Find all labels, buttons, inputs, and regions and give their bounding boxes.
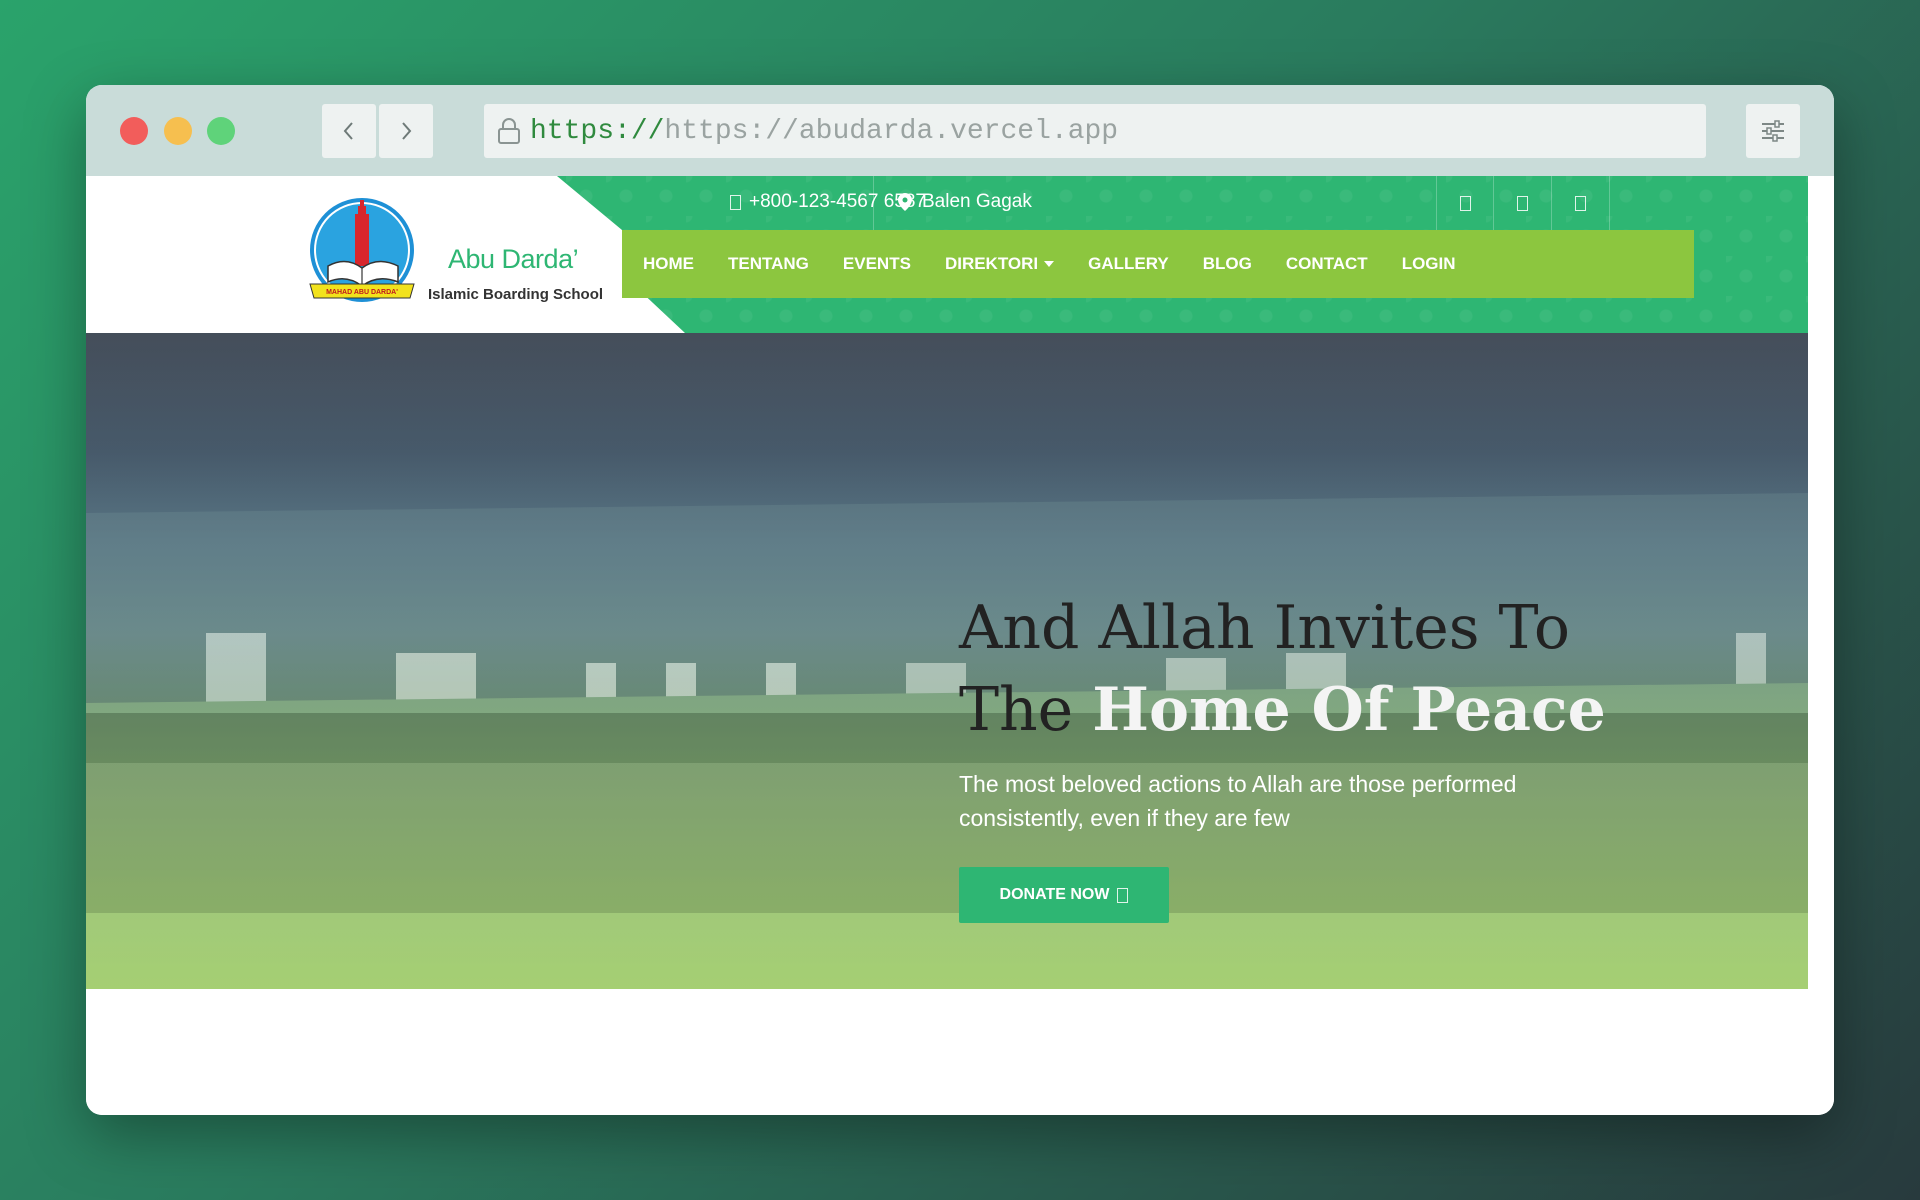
hero-heading-dark: The xyxy=(959,675,1074,745)
nav-item-contact[interactable]: CONTACT xyxy=(1286,254,1368,274)
nav-item-login[interactable]: LOGIN xyxy=(1402,254,1456,274)
chevron-left-icon xyxy=(343,122,353,140)
nav-item-direktori[interactable]: DIREKTORI xyxy=(944,254,1055,274)
settings-button[interactable] xyxy=(1746,104,1800,158)
browser-toolbar: https://https://abudarda.vercel.app xyxy=(86,85,1834,176)
nav-item-gallery[interactable]: GALLERY xyxy=(1088,254,1169,274)
address-bar[interactable]: https://https://abudarda.vercel.app xyxy=(484,104,1706,158)
web-page: MAHAD ABU DARDA' Abu Darda’ Islamic Boar… xyxy=(86,176,1808,1115)
instagram-icon xyxy=(1575,195,1586,211)
phone-contact[interactable]: +800-123-4567 6587 xyxy=(730,191,926,213)
lock-icon xyxy=(496,117,522,145)
heart-icon xyxy=(1117,887,1129,903)
donate-button-label: DONATE NOW xyxy=(999,886,1110,903)
hero-banner: And Allah Invites To The Home Of Peace T… xyxy=(86,333,1808,989)
hero-heading-highlight: Home Of Peace xyxy=(1092,675,1606,745)
brand-subtitle: Islamic Boarding School xyxy=(428,286,604,303)
map-pin-icon xyxy=(898,193,912,211)
caret-down-icon xyxy=(1044,261,1055,267)
topbar-divider xyxy=(873,176,874,230)
social-link-twitter[interactable] xyxy=(1493,176,1551,230)
phone-icon xyxy=(730,194,741,210)
twitter-icon xyxy=(1517,195,1528,211)
hero-text: And Allah Invites To The Home Of Peace T… xyxy=(959,587,1659,835)
brand-name[interactable]: Abu Darda’ xyxy=(448,244,579,275)
main-navigation: HOME TENTANG EVENTS DIREKTORI GALLERY BL… xyxy=(622,230,1694,298)
minimize-window-button[interactable] xyxy=(164,117,192,145)
site-header: MAHAD ABU DARDA' Abu Darda’ Islamic Boar… xyxy=(86,176,1808,333)
hero-subtitle: The most beloved actions to Allah are th… xyxy=(959,771,1517,831)
nav-item-tentang[interactable]: TENTANG xyxy=(728,254,809,274)
url-text: https://abudarda.vercel.app xyxy=(664,115,1119,147)
location-info: Balen Gagak xyxy=(898,191,1032,213)
maximize-window-button[interactable] xyxy=(207,117,235,145)
chevron-right-icon xyxy=(402,122,412,140)
hero-heading-line-2: The Home Of Peace xyxy=(959,669,1659,751)
nav-item-direktori-label: DIREKTORI xyxy=(944,254,1039,273)
donate-now-button[interactable]: DONATE NOW xyxy=(959,867,1169,923)
social-link-instagram[interactable] xyxy=(1551,176,1610,230)
url-scheme: https:// xyxy=(530,115,665,147)
location-text: Balen Gagak xyxy=(922,191,1032,212)
page-scrollbar[interactable] xyxy=(1808,176,1834,1115)
nav-item-events[interactable]: EVENTS xyxy=(843,254,911,274)
nav-item-home[interactable]: HOME xyxy=(643,254,694,274)
forward-button[interactable] xyxy=(379,104,433,158)
nav-item-blog[interactable]: BLOG xyxy=(1203,254,1252,274)
top-info-bar: +800-123-4567 6587 Balen Gagak xyxy=(622,176,1694,230)
social-link-facebook[interactable] xyxy=(1436,176,1494,230)
svg-text:MAHAD ABU DARDA': MAHAD ABU DARDA' xyxy=(326,289,398,296)
facebook-icon xyxy=(1460,195,1471,211)
close-window-button[interactable] xyxy=(120,117,148,145)
sliders-icon xyxy=(1762,120,1784,142)
browser-window: https://https://abudarda.vercel.app MAHA… xyxy=(86,85,1834,1115)
hero-heading-line-1: And Allah Invites To xyxy=(959,593,1571,663)
school-logo[interactable]: MAHAD ABU DARDA' xyxy=(306,198,422,308)
back-button[interactable] xyxy=(322,104,376,158)
